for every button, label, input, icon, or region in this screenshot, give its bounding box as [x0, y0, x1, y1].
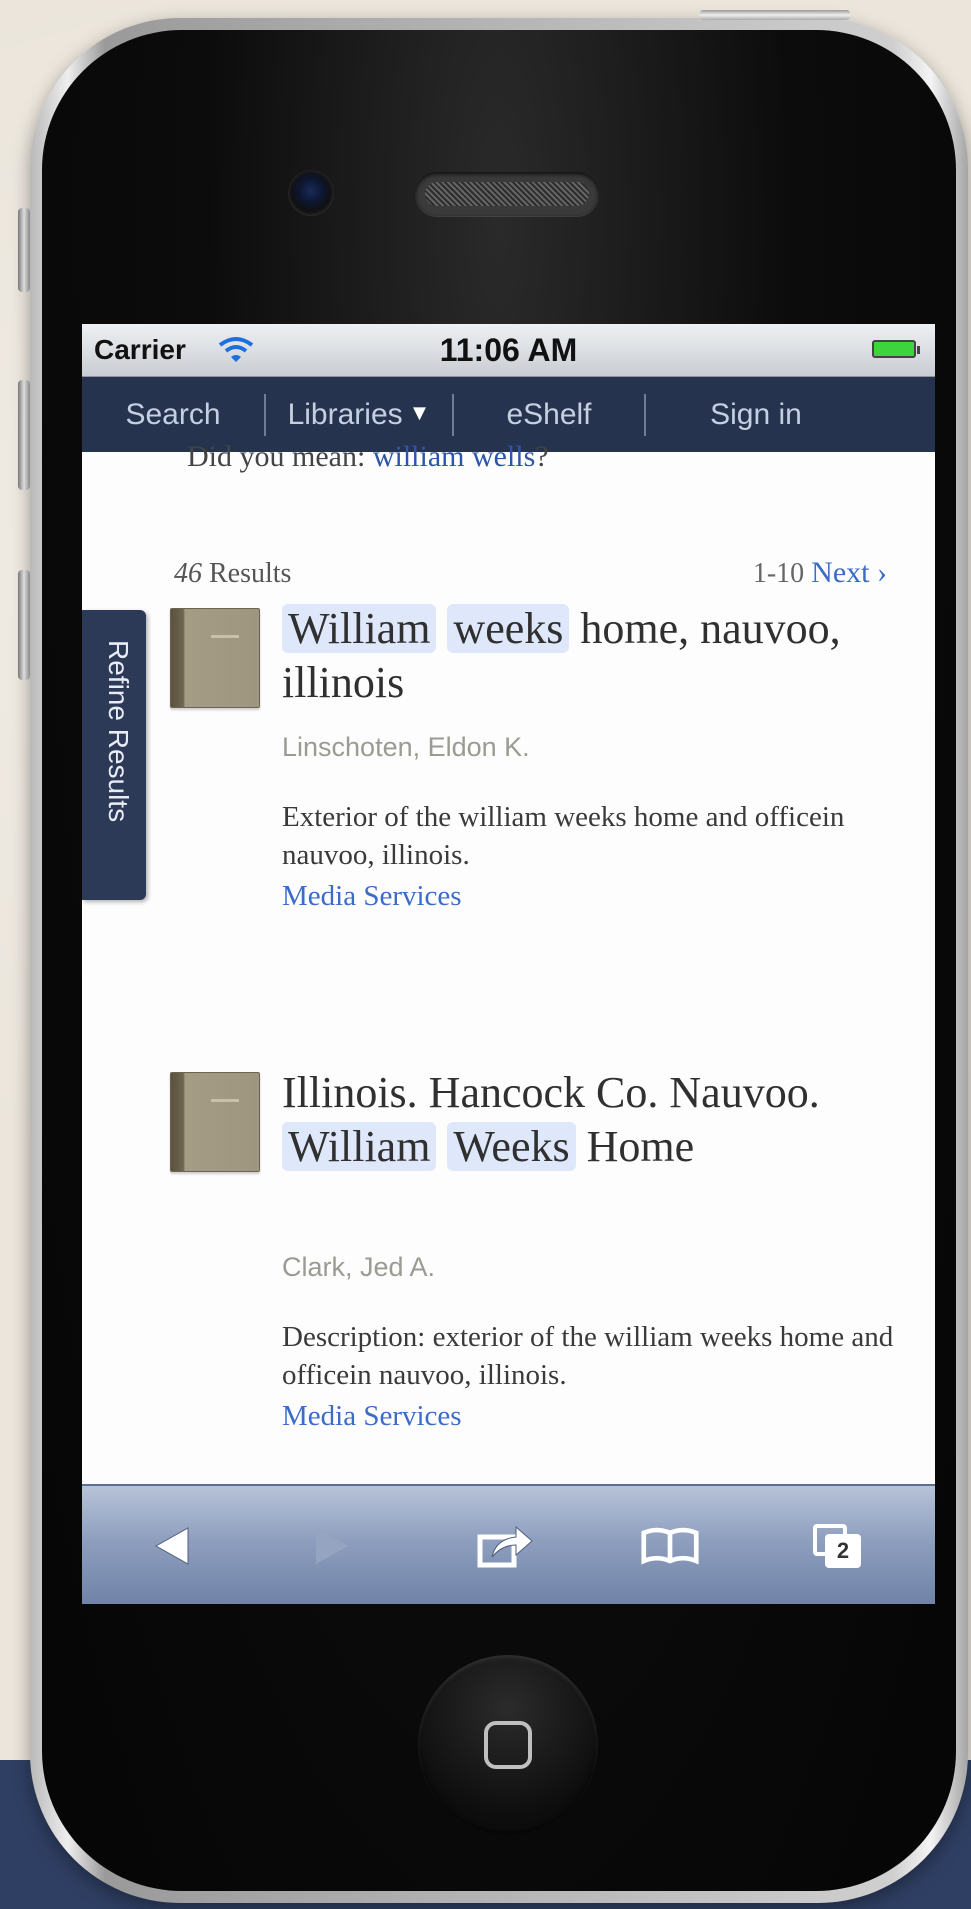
mute-switch: [18, 208, 30, 292]
highlight-term: William: [282, 1122, 437, 1171]
did-you-mean-suffix: ?: [535, 440, 549, 473]
forward-arrow-icon: [316, 1528, 348, 1564]
chevron-down-icon: ▼: [408, 399, 431, 425]
result-author: Linschoten, Eldon K.: [282, 732, 530, 762]
back-arrow-icon: [154, 1527, 189, 1565]
did-you-mean-link[interactable]: william wells: [373, 440, 535, 473]
result-title[interactable]: William weeks home, nauvoo, illinois: [282, 602, 892, 710]
result-description: Description: exterior of the william wee…: [282, 1321, 894, 1391]
status-time: 11:06 AM: [439, 332, 578, 368]
back-button[interactable]: [142, 1516, 202, 1576]
pagination: 1-10 Next ›: [753, 556, 887, 590]
next-page-link[interactable]: Next ›: [811, 556, 887, 589]
results-content: Did you mean: william wells? 46 Results …: [82, 440, 935, 1458]
power-button: [700, 10, 850, 20]
nav-sign-in[interactable]: Sign in: [646, 377, 866, 452]
safari-toolbar: 2: [82, 1484, 935, 1604]
tabs-button[interactable]: 2: [808, 1516, 868, 1576]
page-range: 1-10: [752, 558, 805, 589]
earpiece-speaker: [415, 172, 599, 216]
result-author: Clark, Jed A.: [282, 1252, 436, 1282]
front-camera: [288, 170, 334, 216]
results-label: Results: [202, 558, 292, 589]
screen: Carrier 11:06 AM Search Libraries ▼ eShe…: [82, 324, 935, 1604]
status-bar: Carrier 11:06 AM: [82, 324, 935, 377]
battery-icon: [872, 340, 920, 358]
refine-results-tab[interactable]: Refine Results: [82, 610, 146, 900]
nav-search-label: Search: [125, 397, 221, 431]
title-text: Home: [586, 1122, 695, 1171]
share-button[interactable]: [476, 1516, 536, 1576]
highlight-term: William: [282, 604, 437, 653]
next-label: Next: [811, 556, 870, 589]
did-you-mean-prefix: Did you mean:: [187, 440, 373, 473]
results-number: 46: [174, 558, 202, 589]
highlight-term: weeks: [447, 604, 570, 653]
nav-libraries-label: Libraries: [287, 397, 403, 431]
highlight-term: Weeks: [447, 1122, 576, 1171]
home-square-icon: [484, 1721, 532, 1769]
book-icon[interactable]: [170, 1072, 260, 1172]
did-you-mean: Did you mean: william wells?: [187, 440, 549, 474]
results-count: 46 Results: [174, 558, 291, 590]
volume-up-button: [18, 380, 30, 490]
result-description: Exterior of the william weeks home and o…: [282, 801, 845, 871]
nav-eshelf-label: eShelf: [506, 397, 592, 431]
media-services-link[interactable]: Media Services: [282, 1400, 462, 1433]
title-text: home,: [580, 604, 690, 653]
home-button[interactable]: [418, 1655, 598, 1835]
title-text: Nauvoo.: [669, 1068, 820, 1117]
nav-sign-in-label: Sign in: [710, 397, 802, 431]
bookmarks-button[interactable]: [640, 1516, 700, 1576]
volume-down-button: [18, 570, 30, 680]
tab-count-badge: 2: [825, 1534, 861, 1568]
tabs-icon: 2: [813, 1524, 863, 1568]
refine-results-label: Refine Results: [103, 640, 134, 823]
forward-button[interactable]: [302, 1516, 362, 1576]
bookmarks-icon: [641, 1527, 699, 1565]
result-title[interactable]: Illinois. Hancock Co. Nauvoo. William We…: [282, 1066, 892, 1174]
book-icon[interactable]: [170, 608, 260, 708]
title-text: Illinois. Hancock Co.: [282, 1068, 659, 1117]
media-services-link[interactable]: Media Services: [282, 880, 462, 913]
share-icon: [477, 1525, 533, 1568]
